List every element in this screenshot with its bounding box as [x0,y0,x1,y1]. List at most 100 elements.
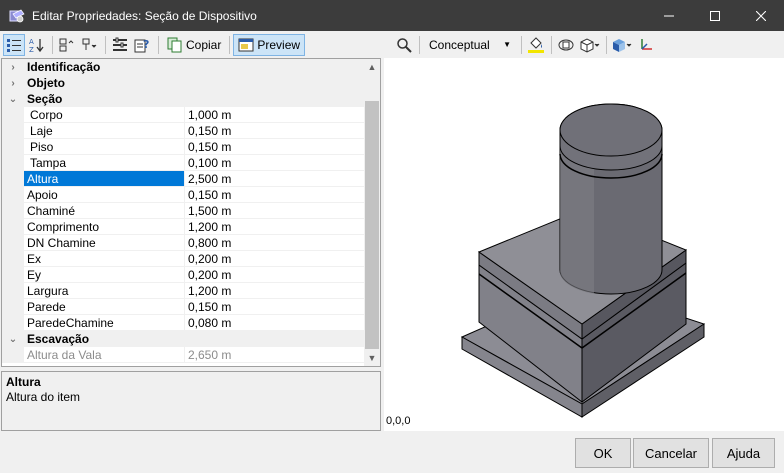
title-bar: Editar Propriedades: Seção de Dispositiv… [0,0,784,31]
property-value[interactable]: 0,150 m [185,187,365,202]
property-value[interactable]: 0,150 m [185,123,365,138]
zoom-button[interactable] [393,34,415,56]
property-value[interactable]: 2,500 m [185,171,365,186]
coordinate-readout: 0,0,0 [386,415,411,427]
close-icon [756,10,766,21]
toolbar-separator [229,35,231,54]
property-value[interactable]: 0,100 m [185,155,365,170]
property-name: Altura da Vala [24,347,185,362]
chevron-down-icon[interactable]: ⌄ [2,331,24,347]
property-row-chamine[interactable]: Chaminé 1,500 m [2,203,365,219]
collapse-dropdown-button[interactable] [79,34,101,56]
property-row-parede[interactable]: Parede 0,150 m [2,299,365,315]
chevron-down-icon[interactable]: ⌄ [2,91,24,107]
categorized-icon [7,38,21,52]
property-row-apoio[interactable]: Apoio 0,150 m [2,187,365,203]
property-rows: › Identificação › Objeto ⌄ Seção Corpo 1… [2,59,365,363]
toolbar-separator [551,35,552,54]
property-value[interactable]: 1,200 m [185,283,365,298]
property-row-comprimento[interactable]: Comprimento 1,200 m [2,219,365,235]
category-objeto[interactable]: › Objeto [2,75,365,91]
property-value[interactable]: 1,000 m [185,107,365,122]
close-button[interactable] [738,0,784,31]
property-name: Laje [24,123,185,138]
property-grid: › Identificação › Objeto ⌄ Seção Corpo 1… [1,58,381,367]
preview-toggle-button[interactable]: Preview [233,33,306,56]
svg-text:?: ? [143,38,149,51]
preview-viewport[interactable]: 0,0,0 [384,58,784,431]
category-escavacao[interactable]: ⌄ Escavação [2,331,365,347]
categorized-view-button[interactable] [3,33,25,56]
toolbar-separator [105,35,106,54]
category-label: Objeto [27,76,65,90]
copy-icon [167,37,182,52]
property-value[interactable]: 1,500 m [185,203,365,218]
property-row-piso[interactable]: Piso 0,150 m [2,139,365,155]
orbit-button[interactable] [555,34,577,56]
property-row-ey[interactable]: Ey 0,200 m [2,267,365,283]
property-row-ex[interactable]: Ex 0,200 m [2,251,365,267]
scroll-down-icon[interactable]: ▼ [364,350,380,366]
preview-icon [238,38,254,51]
copy-button[interactable]: Copiar [162,34,226,56]
property-name: Parede [24,299,185,314]
minimize-button[interactable] [646,0,692,31]
property-name: Ey [24,267,185,282]
property-row-corpo[interactable]: Corpo 1,000 m [2,107,365,123]
help-dialog-button[interactable]: Ajuda [712,438,775,468]
property-row-altura-da-vala[interactable]: Altura da Vala 2,650 m [2,347,365,363]
property-row-tampa[interactable]: Tampa 0,100 m [2,155,365,171]
chevron-right-icon[interactable]: › [2,75,24,91]
cancel-button[interactable]: Cancelar [633,438,709,468]
category-label: Identificação [27,60,101,74]
property-row-dn-chamine[interactable]: DN Chamine 0,800 m [2,235,365,251]
alphabetical-sort-button[interactable]: A Z [26,34,48,56]
dialog-footer: OK Cancelar Ajuda [0,431,784,473]
toolbar-separator [158,35,159,54]
help-icon: ? [134,38,149,52]
property-value[interactable]: 0,080 m [185,315,365,330]
visual-style-dropdown[interactable] [610,34,634,56]
property-name: Comprimento [24,219,185,234]
window-title: Editar Propriedades: Seção de Dispositiv… [32,8,257,23]
property-value[interactable]: 0,800 m [185,235,365,250]
property-value[interactable]: 0,200 m [185,267,365,282]
property-value[interactable]: 0,200 m [185,251,365,266]
visual-style-select[interactable]: Conceptual ▼ [423,34,518,56]
maximize-icon [710,10,720,21]
property-row-laje[interactable]: Laje 0,150 m [2,123,365,139]
property-value[interactable]: 1,200 m [185,219,365,234]
property-name: Largura [24,283,185,298]
property-row-parede-chamine[interactable]: ParedeChamine 0,080 m [2,315,365,331]
property-row-largura[interactable]: Largura 1,200 m [2,283,365,299]
category-label: Seção [27,92,63,106]
vertical-scrollbar[interactable]: ▲ ▼ [364,59,380,366]
view-cube-dropdown[interactable] [578,34,602,56]
scrollbar-thumb[interactable] [365,101,379,349]
property-value[interactable]: 0,150 m [185,139,365,154]
property-name: ParedeChamine [24,315,185,330]
description-panel: Altura Altura do item [1,371,381,431]
ok-button[interactable]: OK [575,438,631,468]
property-name: Apoio [24,187,185,202]
expand-icon [59,38,74,51]
property-value: 2,650 m [188,348,232,362]
fill-color-button[interactable] [525,34,547,56]
property-row-altura[interactable]: Altura 2,500 m [2,171,365,187]
help-button[interactable]: ? [132,34,154,56]
property-toolbar: A Z ? Copiar Preview [0,31,382,58]
scroll-up-icon[interactable]: ▲ [364,59,380,75]
property-value[interactable]: 0,150 m [185,299,365,314]
category-identificacao[interactable]: › Identificação [2,59,365,75]
expand-button[interactable] [56,34,78,56]
property-name: Ex [24,251,185,266]
svg-text:A: A [29,38,34,46]
chevron-right-icon[interactable]: › [2,59,24,75]
property-name: DN Chamine [24,235,185,250]
toolbar-separator [419,35,420,54]
property-pages-button[interactable] [109,34,131,56]
ucs-axes-button[interactable] [635,34,657,56]
maximize-button[interactable] [692,0,738,31]
category-secao[interactable]: ⌄ Seção [2,91,365,107]
axes-icon [641,38,652,50]
